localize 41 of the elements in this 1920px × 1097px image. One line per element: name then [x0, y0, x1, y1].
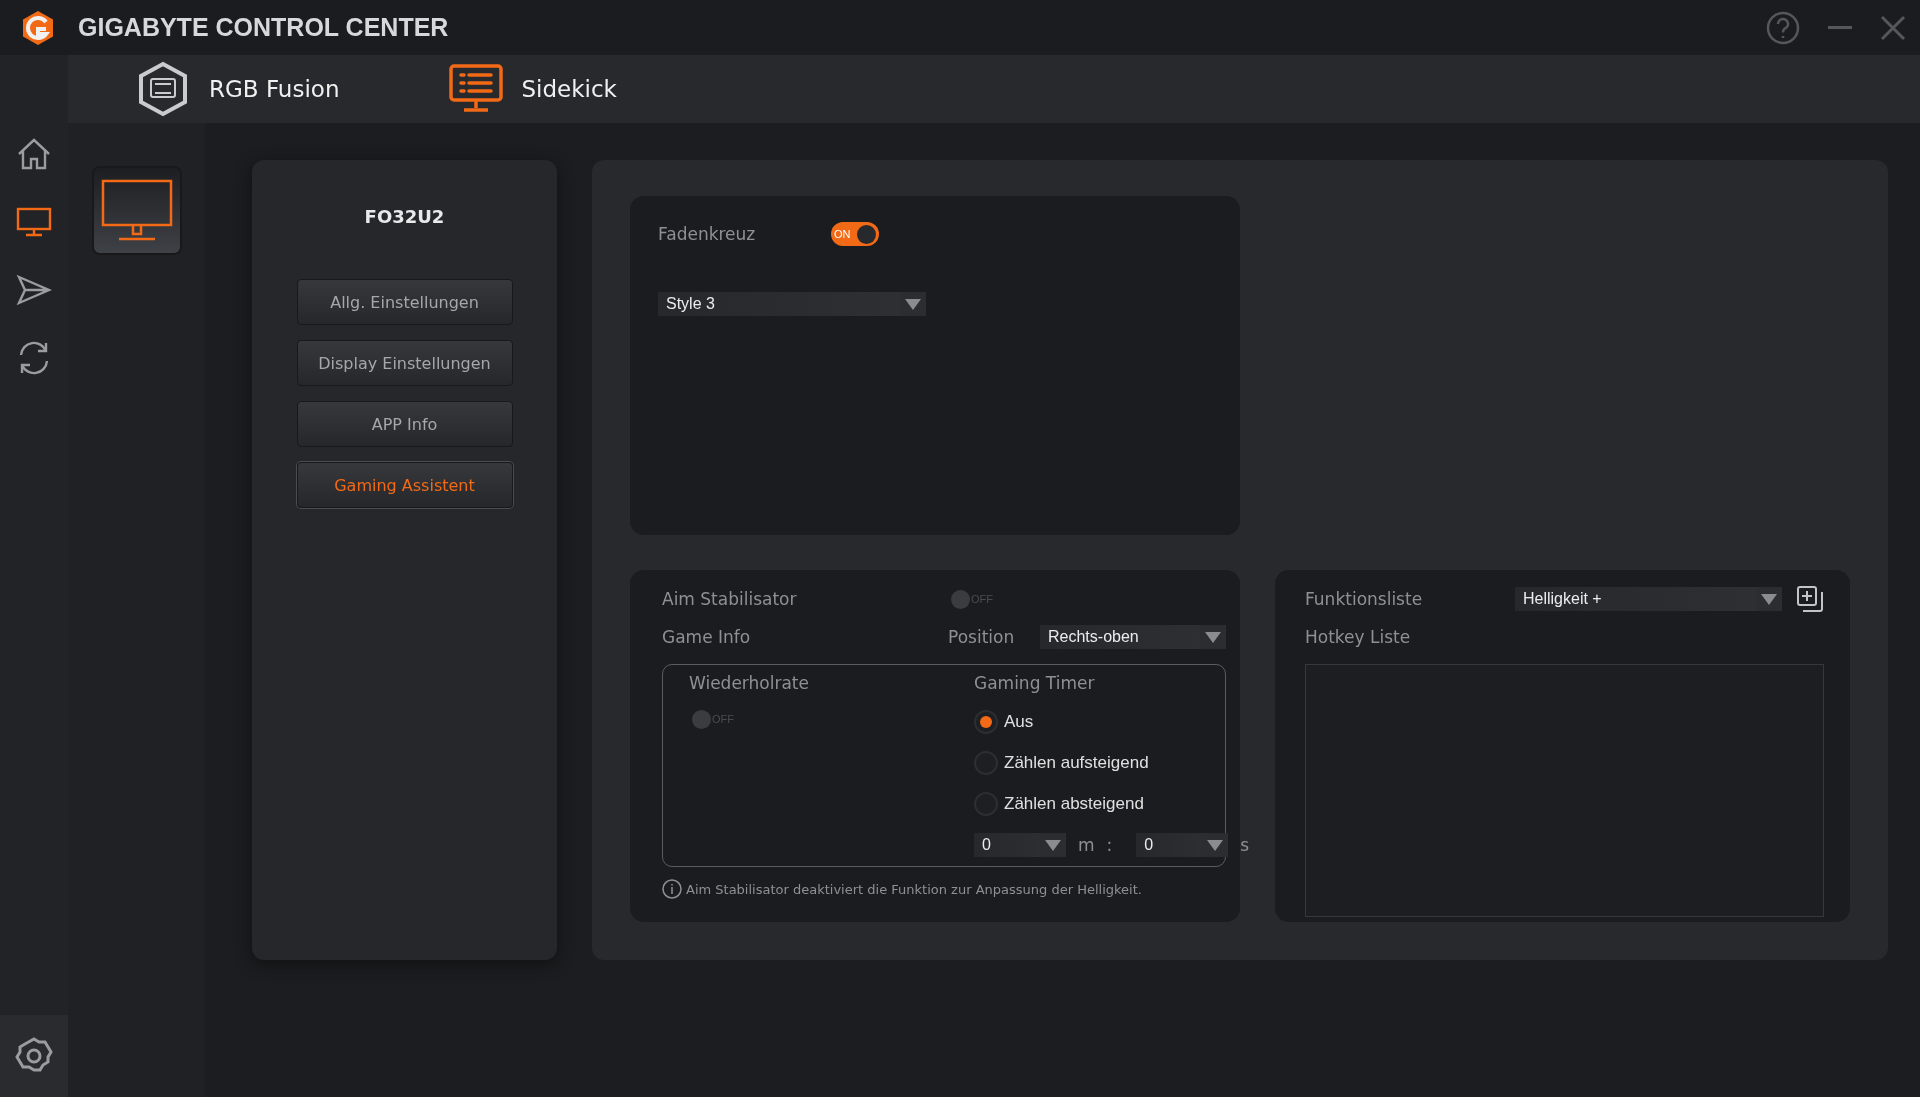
- window-title: GIGABYTE CONTROL CENTER: [78, 13, 449, 42]
- device-tile[interactable]: [94, 168, 180, 253]
- menu-button[interactable]: Gaming Assistent: [296, 462, 513, 508]
- settings-button[interactable]: [0, 1015, 68, 1097]
- refresh-rate-label: Wiederholrate: [689, 673, 810, 693]
- caret-icon: [1207, 839, 1224, 851]
- dropdown[interactable]: Style 3: [658, 292, 926, 316]
- function-list-label: Funktionsliste: [1305, 589, 1424, 609]
- dropdown[interactable]: 0: [974, 833, 1066, 857]
- minutes-unit: m: [1078, 835, 1095, 855]
- app-logo-icon: [20, 9, 56, 46]
- info-icon: [662, 879, 682, 899]
- monitor-icon: [101, 178, 173, 243]
- menu-button[interactable]: APP Info: [296, 401, 513, 447]
- game-info-label: Game Info: [662, 627, 752, 647]
- crosshair-label: Fadenkreuz: [658, 224, 757, 244]
- dropdown[interactable]: 0: [1136, 833, 1229, 857]
- menu-button[interactable]: Display Einstellungen: [296, 340, 513, 386]
- caret-icon: [1045, 839, 1061, 851]
- radio-button[interactable]: [974, 710, 998, 734]
- radio-option[interactable]: Zählen aufsteigend: [974, 751, 1250, 775]
- caret-icon: [1761, 593, 1777, 605]
- time-separator: :: [1106, 835, 1113, 855]
- app-tab[interactable]: RGB Fusion: [135, 61, 340, 117]
- info-note: Aim Stabilisator deaktiviert die Funktion zur Anpassung der Helligkeit.: [686, 881, 1142, 897]
- menu-button[interactable]: Allg. Einstellungen: [296, 279, 513, 325]
- radio-option[interactable]: Aus: [974, 710, 1250, 734]
- caret-icon: [905, 298, 921, 310]
- aim-stabilizer-label: Aim Stabilisator: [662, 589, 798, 609]
- caret-icon: [1205, 631, 1221, 643]
- seconds-unit: s: [1240, 835, 1250, 855]
- radio-option[interactable]: Zählen absteigend: [974, 792, 1250, 816]
- app-tab[interactable]: Sidekick: [449, 64, 617, 114]
- gaming-timer-label: Gaming Timer: [974, 673, 1096, 693]
- device-name: FO32U2: [364, 206, 445, 227]
- add-icon[interactable]: [1797, 586, 1823, 612]
- monitor-list-icon: [449, 64, 504, 114]
- dropdown[interactable]: Helligkeit +: [1515, 587, 1782, 611]
- position-label: Position: [948, 627, 1016, 647]
- hotkey-list-label: Hotkey Liste: [1305, 627, 1411, 647]
- dropdown[interactable]: Rechts-oben: [1040, 625, 1226, 649]
